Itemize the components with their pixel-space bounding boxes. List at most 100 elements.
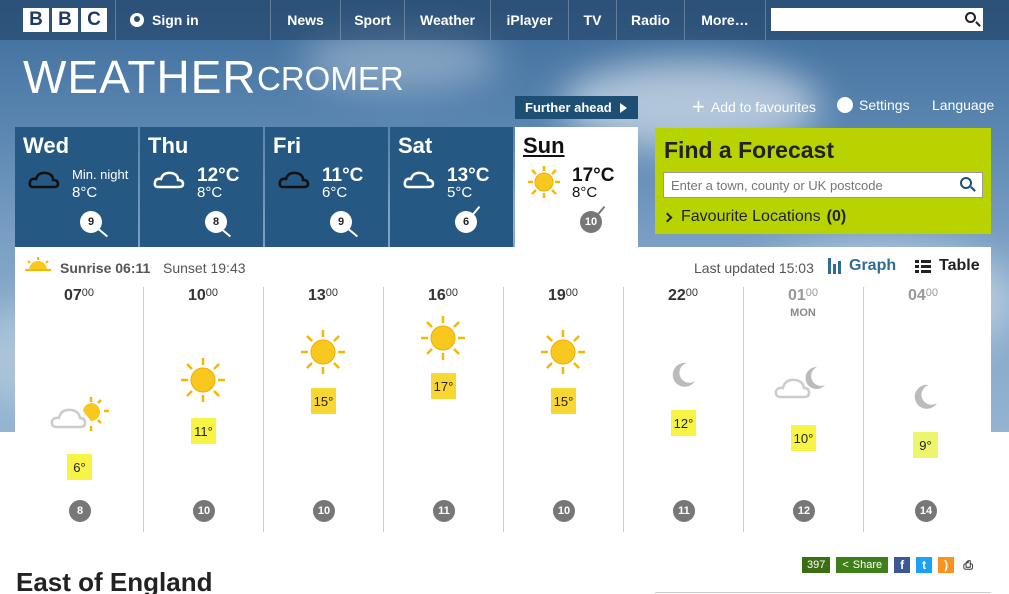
hour-column: 0100 MON 10° 12	[743, 287, 863, 532]
nav-item-weather[interactable]: Weather	[404, 0, 490, 40]
favourite-locations-link[interactable]: Favourite Locations (0)	[662, 208, 846, 226]
wind-direction-icon	[345, 226, 359, 238]
nav-item-more[interactable]: More…	[684, 0, 766, 40]
rss-icon[interactable]: )	[938, 557, 955, 573]
chevron-right-icon	[662, 212, 673, 222]
hour-time: 1300	[307, 287, 339, 304]
day-low-temp: 8°C	[197, 184, 223, 201]
favourite-locations-label: Favourite Locations	[681, 208, 821, 225]
cloud-icon	[153, 171, 185, 189]
temperature-badge: 15°	[311, 388, 336, 414]
wind-direction-icon	[95, 226, 109, 238]
share-bar: 397 < Share f t ) ⎙	[802, 557, 976, 573]
sunrise-time: Sunrise 06:11	[60, 260, 151, 276]
sunrise-icon	[25, 257, 51, 271]
table-label: Table	[939, 257, 980, 274]
page-title: WEATHER	[23, 51, 257, 103]
facebook-icon[interactable]: f	[894, 557, 911, 573]
sign-in-link[interactable]: Sign in	[130, 0, 199, 40]
temperature-badge: 17°	[431, 373, 456, 399]
location-search-input[interactable]	[663, 172, 983, 198]
sunset-time: Sunset 19:43	[163, 260, 246, 276]
table-view-button[interactable]: Table	[915, 257, 980, 275]
search-input[interactable]	[771, 8, 983, 31]
settings-link[interactable]: Settings	[837, 97, 910, 113]
graph-view-button[interactable]: Graph	[828, 257, 896, 275]
hour-time: 1000	[187, 287, 219, 304]
divider	[655, 592, 991, 593]
sun-icon	[181, 358, 225, 402]
search-icon[interactable]	[960, 177, 972, 189]
twitter-icon[interactable]: t	[916, 557, 933, 573]
wind-speed-badge: 10	[553, 500, 575, 522]
nav-item-news[interactable]: News	[270, 0, 340, 40]
hour-time: 0100	[787, 287, 819, 304]
wind-speed-badge: 10	[193, 500, 215, 522]
print-icon[interactable]: ⎙	[960, 557, 976, 573]
graph-label: Graph	[849, 257, 897, 274]
hour-column: 1900 15° 10	[503, 287, 623, 532]
day-tab-wed[interactable]: Wed Min. night 8°C 9	[15, 127, 138, 247]
language-link[interactable]: Language	[932, 97, 994, 113]
nav-item-iplayer[interactable]: iPlayer	[490, 0, 568, 40]
search-icon[interactable]	[965, 12, 976, 23]
top-navigation-bar: B B C Sign in News Sport Weather iPlayer…	[0, 0, 1009, 40]
nav-item-radio[interactable]: Radio	[616, 0, 684, 40]
add-favourites-link[interactable]: + Add to favourites	[692, 94, 816, 119]
find-forecast-title: Find a Forecast	[664, 137, 834, 163]
hour-time: 1600	[427, 287, 459, 304]
hour-time: 0700	[63, 287, 95, 304]
day-low-temp: 8°C	[572, 184, 598, 201]
temperature-badge: 15°	[551, 388, 576, 414]
cloud-night-icon	[28, 171, 60, 189]
find-forecast-panel: Find a Forecast Favourite Locations (0)	[655, 128, 991, 234]
moon-icon	[914, 384, 937, 409]
temperature-badge: 10°	[791, 425, 816, 451]
hour-column: 1000 11° 10	[143, 287, 263, 532]
day-tab-sat[interactable]: Sat 13°C 5°C 6	[390, 127, 513, 247]
language-label: Language	[932, 97, 995, 113]
hour-time: 0400	[907, 287, 939, 304]
hour-column: 0400 9° 14	[863, 287, 983, 532]
wind-speed-badge: 14	[915, 500, 937, 522]
further-ahead-label: Further ahead	[525, 100, 612, 115]
bbc-logo[interactable]: B B C	[23, 8, 107, 32]
location-title: CROMER	[257, 60, 404, 97]
main-nav: News Sport Weather iPlayer TV Radio More…	[270, 0, 766, 40]
nav-item-tv[interactable]: TV	[568, 0, 616, 40]
share-label: Share	[852, 559, 883, 571]
day-name: Wed	[23, 133, 70, 158]
sun-icon	[301, 330, 345, 374]
further-ahead-button[interactable]: Further ahead	[515, 96, 638, 119]
hour-time: 1900	[547, 287, 579, 304]
hour-day-label: MON	[790, 307, 816, 319]
add-favourites-label: Add to favourites	[710, 99, 816, 115]
share-button[interactable]: < Share	[836, 557, 889, 573]
day-low-temp: 6°C	[322, 184, 348, 201]
sun-icon	[541, 330, 585, 374]
hourly-forecast-panel: Sunrise 06:11 Sunset 19:43 Last updated …	[15, 247, 991, 533]
region-title: East of England	[16, 567, 213, 594]
day-tab-thu[interactable]: Thu 12°C 8°C 8	[140, 127, 263, 247]
cloud-night-icon	[278, 171, 310, 189]
user-icon	[130, 13, 144, 27]
day-name: Sat	[398, 133, 433, 158]
play-arrow-icon	[619, 102, 627, 113]
temperature-badge: 12°	[671, 410, 696, 436]
sun-cloud-icon	[50, 397, 109, 431]
day-tab-fri[interactable]: Fri 11°C 6°C 9	[265, 127, 388, 247]
cloud-moon-icon	[774, 366, 825, 399]
settings-label: Settings	[859, 97, 910, 113]
wind-speed-badge: 8	[69, 500, 91, 522]
logo-letter: B	[52, 8, 78, 32]
table-icon	[915, 259, 931, 273]
sign-in-label: Sign in	[152, 12, 199, 28]
wind-speed-badge: 11	[433, 500, 455, 522]
nav-item-sport[interactable]: Sport	[340, 0, 404, 40]
plus-icon: +	[692, 94, 705, 119]
temperature-badge: 6°	[67, 454, 92, 480]
wind-speed-badge: 11	[673, 500, 695, 522]
temperature-badge: 11°	[191, 418, 216, 444]
day-tab-sun[interactable]: Sun 17°C 8°C 10	[515, 127, 638, 247]
hour-column: 1300 15° 10	[263, 287, 383, 532]
